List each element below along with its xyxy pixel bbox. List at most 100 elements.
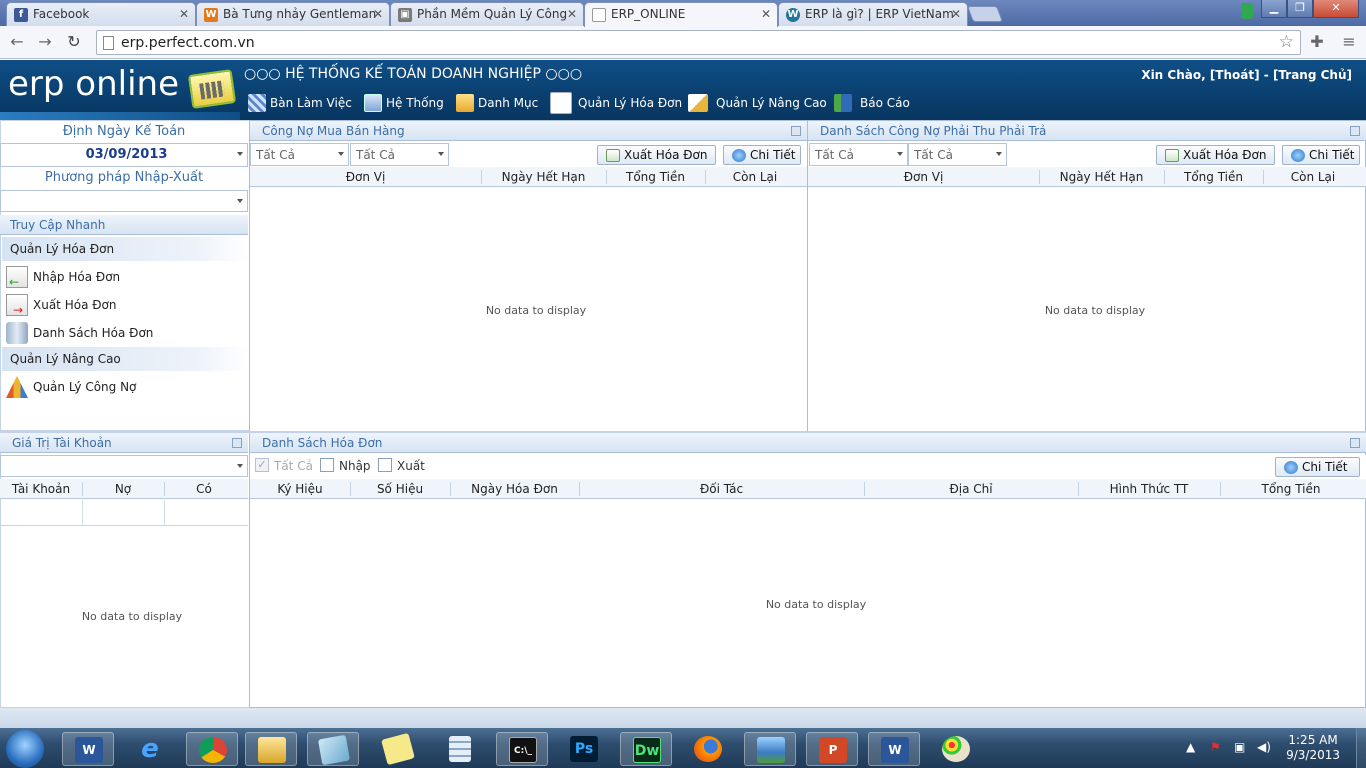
qa-group-advanced[interactable]: Quản Lý Nâng Cao	[2, 347, 248, 371]
qa-danh-sach-hoa-don[interactable]: Danh Sách Hóa Đơn	[6, 320, 153, 346]
taskbar-pictures[interactable]	[744, 732, 796, 766]
taskbar-ie[interactable]: e	[124, 732, 176, 766]
col-dia-chi[interactable]: Địa Chỉ	[864, 482, 1078, 496]
volume-icon[interactable]: ◀)	[1257, 740, 1271, 754]
pin-icon[interactable]	[791, 126, 801, 136]
back-arrow-icon[interactable]: ←	[6, 32, 28, 52]
account-filter-row[interactable]	[0, 500, 248, 526]
col-tong-tien[interactable]: Tổng Tiền	[606, 170, 705, 184]
close-icon[interactable]: ✕	[373, 7, 383, 21]
col-con-lai[interactable]: Còn Lại	[705, 170, 805, 184]
col-ky-hieu[interactable]: Ký Hiệu	[250, 482, 350, 496]
col-tong-tien[interactable]: Tổng Tiền	[1164, 170, 1263, 184]
bookmark-star-icon[interactable]: ☆	[1279, 32, 1294, 52]
pin-icon[interactable]	[1350, 438, 1360, 448]
tab-facebook[interactable]: f Facebook ✕	[6, 2, 196, 26]
tab-erp-la-gi[interactable]: W ERP là gì? | ERP VietNam ✕	[778, 2, 968, 26]
tab-erp-online[interactable]: ERP_ONLINE ✕	[584, 2, 778, 27]
qa-quan-ly-cong-no[interactable]: Quản Lý Công Nợ	[6, 374, 136, 400]
tab-phan-mem[interactable]: ▣ Phần Mềm Quản Lý Công ✕	[390, 2, 584, 26]
receivable-export-invoice-button[interactable]: Xuất Hóa Đơn	[1156, 145, 1275, 165]
qa-xuat-hoa-don[interactable]: → Xuất Hóa Đơn	[6, 292, 116, 318]
greeting-links[interactable]: Xin Chào, [Thoát] - [Trang Chủ]	[1141, 68, 1352, 82]
col-tong-tien[interactable]: Tổng Tiền	[1220, 482, 1362, 496]
taskbar-explorer[interactable]	[245, 732, 297, 766]
taskbar-notes[interactable]	[307, 732, 359, 766]
computer-icon	[364, 94, 382, 112]
taskbar-cmd[interactable]: C:\_	[496, 732, 548, 766]
address-bar[interactable]: erp.perfect.com.vn ☆	[96, 30, 1301, 55]
taskbar-clock[interactable]: 1:25 AM 9/3/2013	[1286, 733, 1340, 763]
menu-quan-ly-hoa-don[interactable]: Quản Lý Hóa Đơn	[550, 92, 682, 116]
menu-icon[interactable]: ≡	[1338, 32, 1360, 52]
new-tab-button[interactable]	[967, 6, 1003, 22]
close-icon[interactable]: ✕	[951, 7, 961, 21]
tab-ba-tung[interactable]: W Bà Tưng nhảy Gentleman ✕	[196, 2, 390, 26]
col-ngay-het-han[interactable]: Ngày Hết Hạn	[481, 170, 606, 184]
accounting-date-picker[interactable]: 03/09/2013	[0, 143, 248, 167]
col-no[interactable]: Nợ	[82, 482, 164, 496]
network-icon[interactable]: ▣	[1234, 740, 1245, 754]
taskbar-powerpoint[interactable]: P	[806, 732, 858, 766]
col-don-vi[interactable]: Đơn Vị	[250, 170, 481, 184]
menu-he-thong[interactable]: Hệ Thống	[364, 92, 444, 116]
method-select[interactable]	[0, 190, 248, 212]
taskbar-calculator[interactable]	[434, 732, 486, 766]
reload-icon[interactable]: ↻	[63, 32, 85, 52]
shield-icon[interactable]	[1241, 3, 1253, 19]
pin-icon[interactable]	[232, 438, 242, 448]
menu-danh-muc[interactable]: Danh Mục	[456, 92, 538, 116]
puzzle-extension-icon[interactable]: ✚	[1306, 32, 1328, 52]
taskbar-sticky[interactable]	[372, 732, 424, 766]
col-doi-tac[interactable]: Đối Tác	[579, 482, 864, 496]
close-icon[interactable]: ✕	[761, 7, 771, 21]
taskbar-paint[interactable]	[930, 732, 982, 766]
show-desktop-button[interactable]	[1356, 728, 1366, 768]
col-tai-khoan[interactable]: Tài Khoản	[0, 482, 82, 496]
taskbar-firefox[interactable]	[682, 732, 734, 766]
forward-arrow-icon[interactable]: →	[34, 32, 56, 52]
start-orb-icon[interactable]	[6, 730, 44, 768]
close-icon[interactable]: ✕	[179, 7, 189, 21]
debt-detail-button[interactable]: Chi Tiết	[723, 145, 801, 165]
check-all-checkbox[interactable]: ✓	[255, 458, 269, 472]
action-center-flag-icon[interactable]: ⚑	[1210, 740, 1221, 754]
check-all-label: Tất Cả	[274, 459, 313, 473]
export-checkbox[interactable]	[378, 458, 392, 472]
receivable-filter-1[interactable]: Tất Cả	[809, 143, 908, 166]
menu-bao-cao[interactable]: Báo Cáo	[834, 92, 910, 116]
qa-group-invoice[interactable]: Quản Lý Hóa Đơn	[2, 237, 248, 261]
taskbar-word[interactable]: W	[62, 732, 114, 766]
minimize-button[interactable]: ▁	[1261, 0, 1287, 18]
col-ngay-hoa-don[interactable]: Ngày Hóa Đơn	[450, 482, 579, 496]
col-co[interactable]: Có	[164, 482, 244, 496]
debt-filter-2[interactable]: Tất Cả	[350, 143, 449, 166]
qa-nhap-hoa-don[interactable]: ← Nhập Hóa Đơn	[6, 264, 120, 290]
col-con-lai[interactable]: Còn Lại	[1263, 170, 1363, 184]
account-select[interactable]	[0, 455, 248, 477]
receivable-detail-button[interactable]: Chi Tiết	[1282, 145, 1360, 165]
col-ngay-het-han[interactable]: Ngày Hết Hạn	[1039, 170, 1164, 184]
col-so-hieu[interactable]: Số Hiệu	[350, 482, 450, 496]
word-icon: W	[75, 737, 103, 763]
menu-quan-ly-nang-cao[interactable]: Quản Lý Nâng Cao	[688, 92, 827, 116]
invoice-detail-button[interactable]: Chi Tiết	[1275, 457, 1360, 477]
show-hidden-icons-icon[interactable]: ▲	[1186, 740, 1195, 754]
receivable-filter-2[interactable]: Tất Cả	[908, 143, 1007, 166]
menu-ban-lam-viec[interactable]: Bàn Làm Việc	[248, 92, 352, 116]
pin-icon[interactable]	[1350, 126, 1360, 136]
debt-grid-header: Đơn Vị Ngày Hết Hạn Tổng Tiền Còn Lại	[250, 167, 807, 187]
taskbar-chrome[interactable]	[186, 732, 238, 766]
maximize-button[interactable]: ❐	[1287, 0, 1313, 18]
menu-label: Quản Lý Nâng Cao	[716, 96, 827, 110]
import-checkbox[interactable]	[320, 458, 334, 472]
col-hinh-thuc-tt[interactable]: Hình Thức TT	[1078, 482, 1220, 496]
close-icon[interactable]: ✕	[567, 7, 577, 21]
close-window-button[interactable]: ✕	[1313, 0, 1359, 18]
taskbar-word-doc[interactable]: W	[868, 732, 920, 766]
taskbar-photoshop[interactable]: Ps	[558, 732, 610, 766]
debt-filter-1[interactable]: Tất Cả	[250, 143, 349, 166]
taskbar-dreamweaver[interactable]: Dw	[620, 732, 672, 766]
col-don-vi[interactable]: Đơn Vị	[808, 170, 1039, 184]
debt-export-invoice-button[interactable]: Xuất Hóa Đơn	[597, 145, 716, 165]
